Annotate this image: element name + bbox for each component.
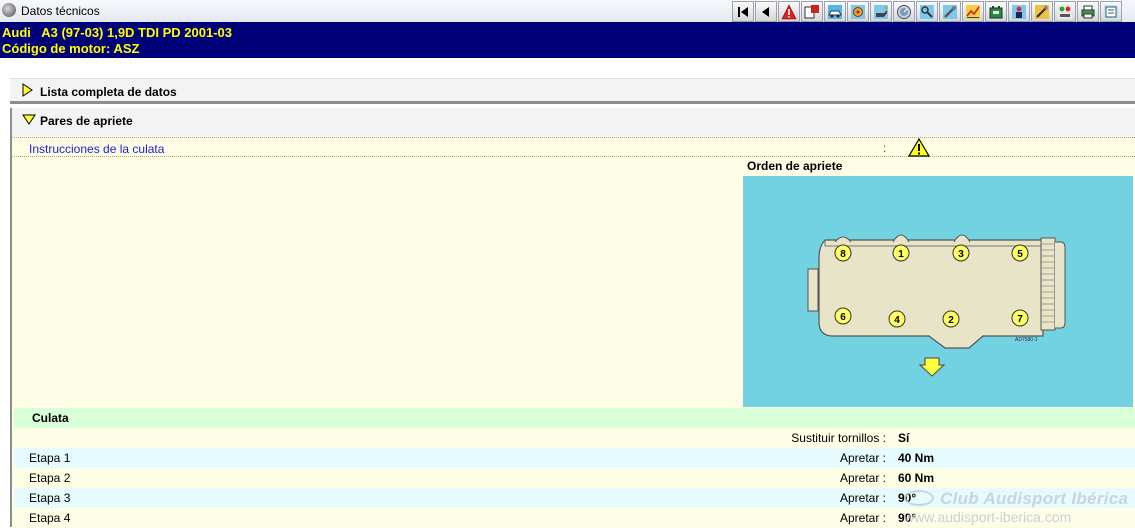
car-icon bbox=[828, 4, 842, 19]
document-button[interactable] bbox=[801, 1, 823, 22]
oil-button[interactable] bbox=[870, 1, 892, 22]
row-value: 60 Nm bbox=[898, 471, 935, 485]
settings-icon bbox=[1058, 4, 1072, 19]
toolbar bbox=[732, 1, 1122, 23]
tool-icon bbox=[1035, 4, 1049, 19]
manual-icon bbox=[1104, 4, 1118, 19]
engine-icon bbox=[851, 4, 865, 19]
row-label: Etapa 3 bbox=[29, 491, 71, 505]
first-page-icon bbox=[738, 6, 748, 17]
instructions-colon: : bbox=[883, 141, 887, 155]
arrow-right-icon bbox=[22, 83, 33, 97]
bolt-label: 4 bbox=[894, 315, 900, 326]
gauge-icon bbox=[897, 4, 911, 19]
section-title: Pares de apriete bbox=[40, 114, 133, 128]
settings-button[interactable] bbox=[1054, 1, 1076, 22]
warning-icon[interactable] bbox=[908, 138, 930, 157]
row-label: Etapa 2 bbox=[29, 471, 71, 485]
person-icon bbox=[1012, 4, 1026, 19]
person-button[interactable] bbox=[1008, 1, 1030, 22]
oil-can-icon bbox=[874, 4, 888, 19]
cylinder-head-instructions-link[interactable]: Instrucciones de la culata bbox=[29, 142, 164, 156]
instructions-row: Instrucciones de la culata : bbox=[12, 137, 1135, 157]
cylinder-head-drawing: 8 1 3 5 6 4 2 7 AD7580-1 bbox=[807, 234, 1066, 377]
app-icon bbox=[2, 3, 16, 17]
row-value: 90° bbox=[898, 511, 917, 525]
torque-section-body: Instrucciones de la culata : Orden de ap… bbox=[10, 136, 1135, 528]
vehicle-header: Audi A3 (97-03) 1,9D TDI PD 2001-03 Códi… bbox=[0, 22, 1135, 58]
window-title: Datos técnicos bbox=[21, 4, 100, 18]
chart-button[interactable] bbox=[962, 1, 984, 22]
back-button[interactable] bbox=[755, 1, 777, 22]
table-row: Etapa 3 Apretar : 90° bbox=[14, 488, 1135, 508]
table-row: Etapa 2 Apretar : 60 Nm bbox=[14, 468, 1135, 488]
section-torque[interactable]: Pares de apriete bbox=[10, 108, 1135, 136]
vehicle-model: Audi A3 (97-03) 1,9D TDI PD 2001-03 bbox=[2, 25, 232, 40]
diagram-title: Orden de apriete bbox=[747, 159, 843, 173]
bolt-label: 7 bbox=[1017, 314, 1023, 325]
engine-code: Código de motor: ASZ bbox=[2, 41, 140, 56]
spanner-button[interactable] bbox=[939, 1, 961, 22]
table-row: Etapa 4 Apretar : 90° bbox=[14, 508, 1135, 528]
back-icon bbox=[762, 6, 769, 17]
warning-icon bbox=[781, 3, 797, 19]
section-complete-list[interactable]: Lista completa de datos bbox=[10, 78, 1135, 104]
table-row: Etapa 1 Apretar : 40 Nm bbox=[14, 448, 1135, 468]
bolt-label: 8 bbox=[840, 249, 846, 260]
manual-button[interactable] bbox=[1100, 1, 1122, 22]
wrench-button[interactable] bbox=[916, 1, 938, 22]
print-icon bbox=[1081, 5, 1095, 18]
row-key: Apretar : bbox=[839, 511, 886, 525]
row-label: Etapa 4 bbox=[29, 511, 71, 525]
warnings-button[interactable] bbox=[778, 1, 800, 22]
diagram-code: AD7580-1 bbox=[1015, 337, 1038, 343]
document-icon bbox=[804, 4, 819, 18]
bolt-label: 2 bbox=[948, 315, 954, 326]
wrench-icon bbox=[920, 4, 934, 19]
row-value: 90° bbox=[898, 491, 917, 505]
row-key: Apretar : bbox=[839, 491, 886, 505]
print-button[interactable] bbox=[1077, 1, 1099, 22]
engine-button[interactable] bbox=[847, 1, 869, 22]
tightening-order-diagram: 8 1 3 5 6 4 2 7 AD7580-1 bbox=[743, 176, 1133, 407]
bolt-label: 5 bbox=[1017, 249, 1023, 260]
bolt-label: 1 bbox=[898, 249, 904, 260]
row-value: 40 Nm bbox=[898, 451, 935, 465]
subhead-label: Culata bbox=[32, 411, 69, 425]
battery-icon bbox=[989, 5, 1003, 18]
arrow-down-icon bbox=[22, 114, 36, 125]
row-label: Etapa 1 bbox=[29, 451, 71, 465]
arrow-down-icon bbox=[918, 357, 946, 377]
row-value: Sí bbox=[898, 431, 910, 445]
table-row: Sustituir tornillos : Sí bbox=[14, 428, 1135, 448]
section-title: Lista completa de datos bbox=[40, 85, 177, 99]
chart-icon bbox=[966, 4, 980, 19]
row-key: Apretar : bbox=[839, 471, 886, 485]
bolt-label: 3 bbox=[958, 249, 964, 260]
car-button[interactable] bbox=[824, 1, 846, 22]
battery-button[interactable] bbox=[985, 1, 1007, 22]
row-key: Sustituir tornillos : bbox=[791, 431, 886, 445]
bolt-label: 6 bbox=[840, 312, 846, 323]
gauge-button[interactable] bbox=[893, 1, 915, 22]
cylinder-head-heading: Culata bbox=[14, 408, 1135, 428]
row-key: Apretar : bbox=[839, 451, 886, 465]
tool-button[interactable] bbox=[1031, 1, 1053, 22]
first-page-button[interactable] bbox=[732, 1, 754, 22]
spanner-icon bbox=[943, 4, 957, 19]
